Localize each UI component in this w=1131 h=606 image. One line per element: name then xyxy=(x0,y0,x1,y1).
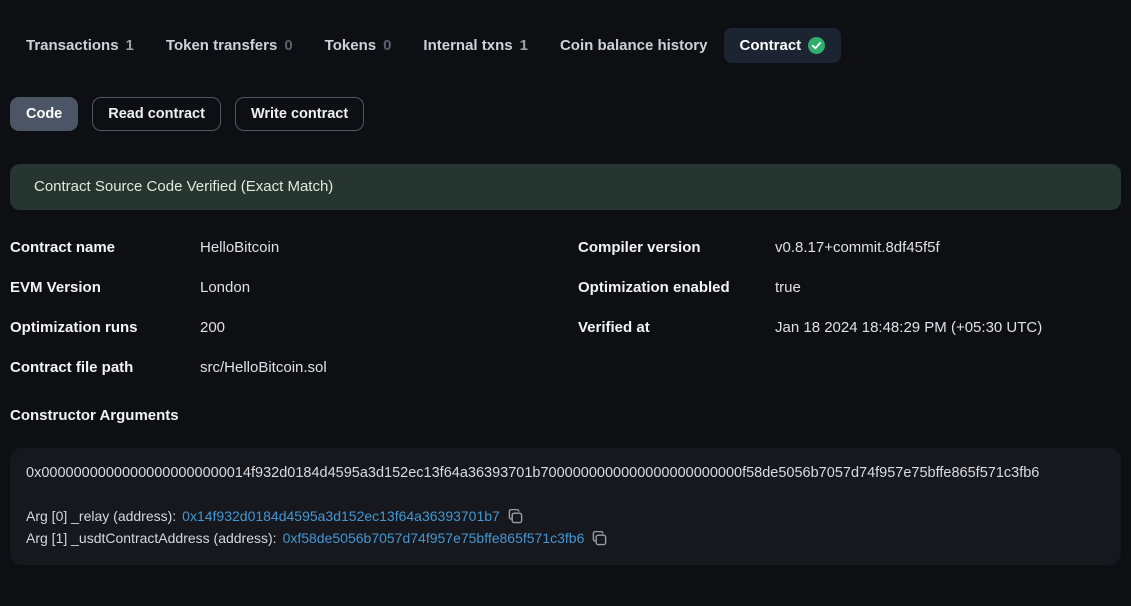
verified-banner-text: Contract Source Code Verified (Exact Mat… xyxy=(34,178,333,195)
tab-label: Internal txns xyxy=(423,37,512,54)
copy-icon[interactable] xyxy=(508,509,523,524)
tab-count: 0 xyxy=(383,37,391,54)
tab-token-transfers[interactable]: Token transfers 0 xyxy=(150,28,309,63)
contract-name-value: HelloBitcoin xyxy=(200,238,578,258)
code-button[interactable]: Code xyxy=(10,97,78,131)
verified-at-label: Verified at xyxy=(578,318,775,338)
tab-count: 0 xyxy=(284,37,292,54)
optimization-runs-label: Optimization runs xyxy=(10,318,200,338)
contract-info-grid: Contract name HelloBitcoin Compiler vers… xyxy=(10,238,1121,378)
verified-at-value: Jan 18 2024 18:48:29 PM (+05:30 UTC) xyxy=(775,318,1121,338)
tab-count: 1 xyxy=(520,37,528,54)
write-contract-button[interactable]: Write contract xyxy=(235,97,364,131)
tab-label: Contract xyxy=(740,37,802,54)
tab-coin-balance-history[interactable]: Coin balance history xyxy=(544,28,724,63)
constructor-arg-row: Arg [1] _usdtContractAddress (address): … xyxy=(26,528,1105,550)
arg-1-prefix: Arg [1] _usdtContractAddress (address): xyxy=(26,528,277,550)
tab-internal-txns[interactable]: Internal txns 1 xyxy=(407,28,544,63)
tab-label: Token transfers xyxy=(166,37,277,54)
evm-version-label: EVM Version xyxy=(10,278,200,298)
compiler-version-value: v0.8.17+commit.8df45f5f xyxy=(775,238,1121,258)
tab-label: Coin balance history xyxy=(560,37,708,54)
constructor-raw-hex: 0x00000000000000000000000014f932d0184d45… xyxy=(26,463,1105,483)
empty-cell xyxy=(775,358,1121,378)
arg-0-address-link[interactable]: 0x14f932d0184d4595a3d152ec13f64a36393701… xyxy=(182,506,500,528)
compiler-version-label: Compiler version xyxy=(578,238,775,258)
contract-file-path-label: Contract file path xyxy=(10,358,200,378)
optimization-runs-value: 200 xyxy=(200,318,578,338)
copy-icon[interactable] xyxy=(592,531,607,546)
contract-subtab-bar: Code Read contract Write contract xyxy=(10,97,1121,131)
contract-file-path-value: src/HelloBitcoin.sol xyxy=(200,358,578,378)
constructor-arguments-box: 0x00000000000000000000000014f932d0184d45… xyxy=(10,448,1121,565)
contract-page-tabbar: Transactions 1 Token transfers 0 Tokens … xyxy=(10,28,1121,63)
tab-label: Tokens xyxy=(325,37,376,54)
read-contract-button[interactable]: Read contract xyxy=(92,97,221,131)
verified-banner: Contract Source Code Verified (Exact Mat… xyxy=(10,164,1121,210)
optimization-enabled-value: true xyxy=(775,278,1121,298)
contract-name-label: Contract name xyxy=(10,238,200,258)
arg-1-address-link[interactable]: 0xf58de5056b7057d74f957e75bffe865f571c3f… xyxy=(283,528,585,550)
optimization-enabled-label: Optimization enabled xyxy=(578,278,775,298)
constructor-args-list: Arg [0] _relay (address): 0x14f932d0184d… xyxy=(26,506,1105,549)
verified-check-icon xyxy=(808,37,825,54)
tab-tokens[interactable]: Tokens 0 xyxy=(309,28,408,63)
arg-0-prefix: Arg [0] _relay (address): xyxy=(26,506,176,528)
constructor-arg-row: Arg [0] _relay (address): 0x14f932d0184d… xyxy=(26,506,1105,528)
constructor-arguments-heading: Constructor Arguments xyxy=(10,406,1121,426)
evm-version-value: London xyxy=(200,278,578,298)
tab-label: Transactions xyxy=(26,37,119,54)
tab-contract[interactable]: Contract xyxy=(724,28,842,63)
tab-transactions[interactable]: Transactions 1 xyxy=(10,28,150,63)
empty-cell xyxy=(578,358,775,378)
tab-count: 1 xyxy=(126,37,134,54)
